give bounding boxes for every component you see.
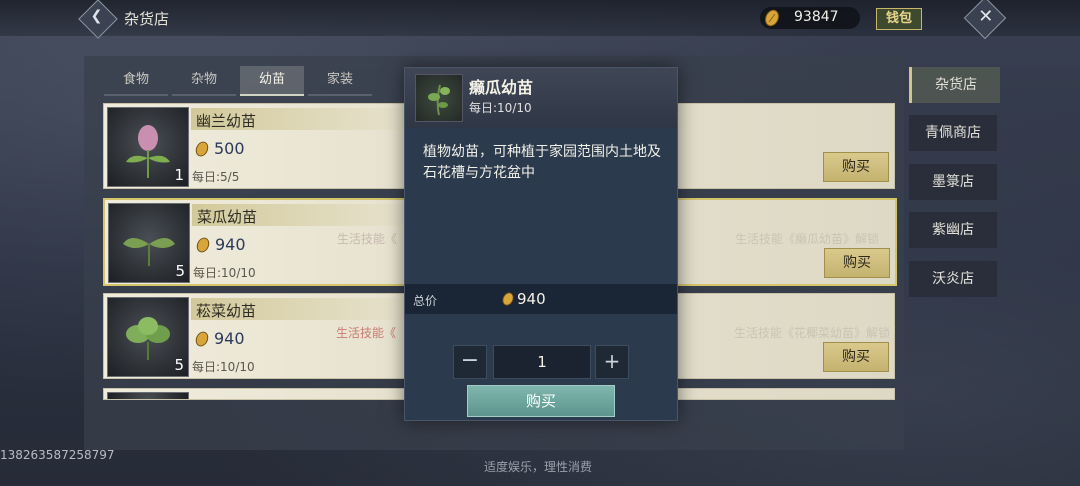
seed-coin-icon xyxy=(195,141,209,157)
total-price-label: 总价 xyxy=(413,294,438,308)
tab-seedlings[interactable]: 幼苗 xyxy=(240,66,304,96)
item-name: 菘菜幼苗 xyxy=(196,302,257,320)
dialog-daily-limit: 每日:10/10 xyxy=(469,101,532,115)
dialog-item-name: 癞瓜幼苗 xyxy=(469,78,534,97)
item-daily-limit: 每日:10/10 xyxy=(192,360,255,374)
nav-woyan-store[interactable]: 沃炎店 xyxy=(909,261,997,297)
item-price: 500 xyxy=(214,139,245,158)
item-thumbnail: 5 xyxy=(108,203,190,283)
item-thumbnail: 1 xyxy=(107,107,189,187)
seed-coin-icon xyxy=(765,9,779,27)
health-notice: 适度娱乐，理性消费 xyxy=(484,460,593,474)
coin-amount: 93847 xyxy=(794,9,839,25)
item-name: 幽兰幼苗 xyxy=(196,112,257,130)
item-icon xyxy=(415,74,463,122)
item-thumbnail xyxy=(107,392,189,399)
nav-grocery-store[interactable]: 杂货店 xyxy=(909,67,1000,103)
buy-button[interactable]: 购买 xyxy=(824,248,890,278)
tab-misc[interactable]: 杂物 xyxy=(172,66,236,96)
seed-coin-icon xyxy=(195,331,209,347)
unlock-requirement: 生活技能《花椰菜幼苗》解锁 xyxy=(734,326,891,340)
page-title: 杂货店 xyxy=(124,10,170,28)
quantity-input[interactable]: 1 xyxy=(493,345,591,379)
unlock-requirement: 生活技能《 xyxy=(337,232,398,246)
nav-qingpei-store[interactable]: 青佩商店 xyxy=(909,115,997,151)
buy-button[interactable]: 购买 xyxy=(823,152,889,182)
unlock-requirement: 生活技能《癞瓜幼苗》解锁 xyxy=(735,232,880,246)
purchase-dialog: 癞瓜幼苗 每日:10/10 植物幼苗，可种植于家园范围内土地及石花槽与方花盆中 … xyxy=(404,67,678,421)
item-price: 940 xyxy=(215,235,246,254)
increase-quantity-button[interactable]: + xyxy=(595,345,629,379)
nav-ziyou-store[interactable]: 紫幽店 xyxy=(909,212,997,248)
unlock-requirement: 生活技能《 xyxy=(336,326,397,340)
melon-vine-icon xyxy=(428,84,450,116)
item-quantity: 5 xyxy=(174,356,184,374)
buy-button[interactable]: 购买 xyxy=(823,342,889,372)
user-id: 1382635872587​97 xyxy=(0,448,115,462)
tab-food[interactable]: 食物 xyxy=(104,66,168,96)
tab-furniture[interactable]: 家装 xyxy=(308,66,372,96)
dialog-description: 植物幼苗，可种植于家园范围内土地及石花槽与方花盆中 xyxy=(423,144,661,181)
item-quantity: 1 xyxy=(174,166,184,184)
seed-coin-icon xyxy=(502,292,514,306)
wallet-button[interactable]: 钱包 xyxy=(876,8,922,30)
confirm-buy-button[interactable]: 购买 xyxy=(467,385,615,417)
nav-molu-store[interactable]: 墨箓店 xyxy=(909,164,997,200)
chevron-left-icon: ❮ xyxy=(90,8,103,25)
item-daily-limit: 每日:5/5 xyxy=(192,170,240,184)
item-price: 940 xyxy=(214,329,245,348)
item-thumbnail: 5 xyxy=(107,297,189,377)
item-daily-limit: 每日:10/10 xyxy=(193,266,256,280)
total-price-value: 940 xyxy=(517,290,546,308)
close-icon: ✕ xyxy=(978,6,994,28)
item-name: 菜瓜幼苗 xyxy=(197,208,258,226)
seed-coin-icon xyxy=(196,237,210,253)
item-quantity: 5 xyxy=(175,262,185,280)
decrease-quantity-button[interactable]: − xyxy=(453,345,487,379)
